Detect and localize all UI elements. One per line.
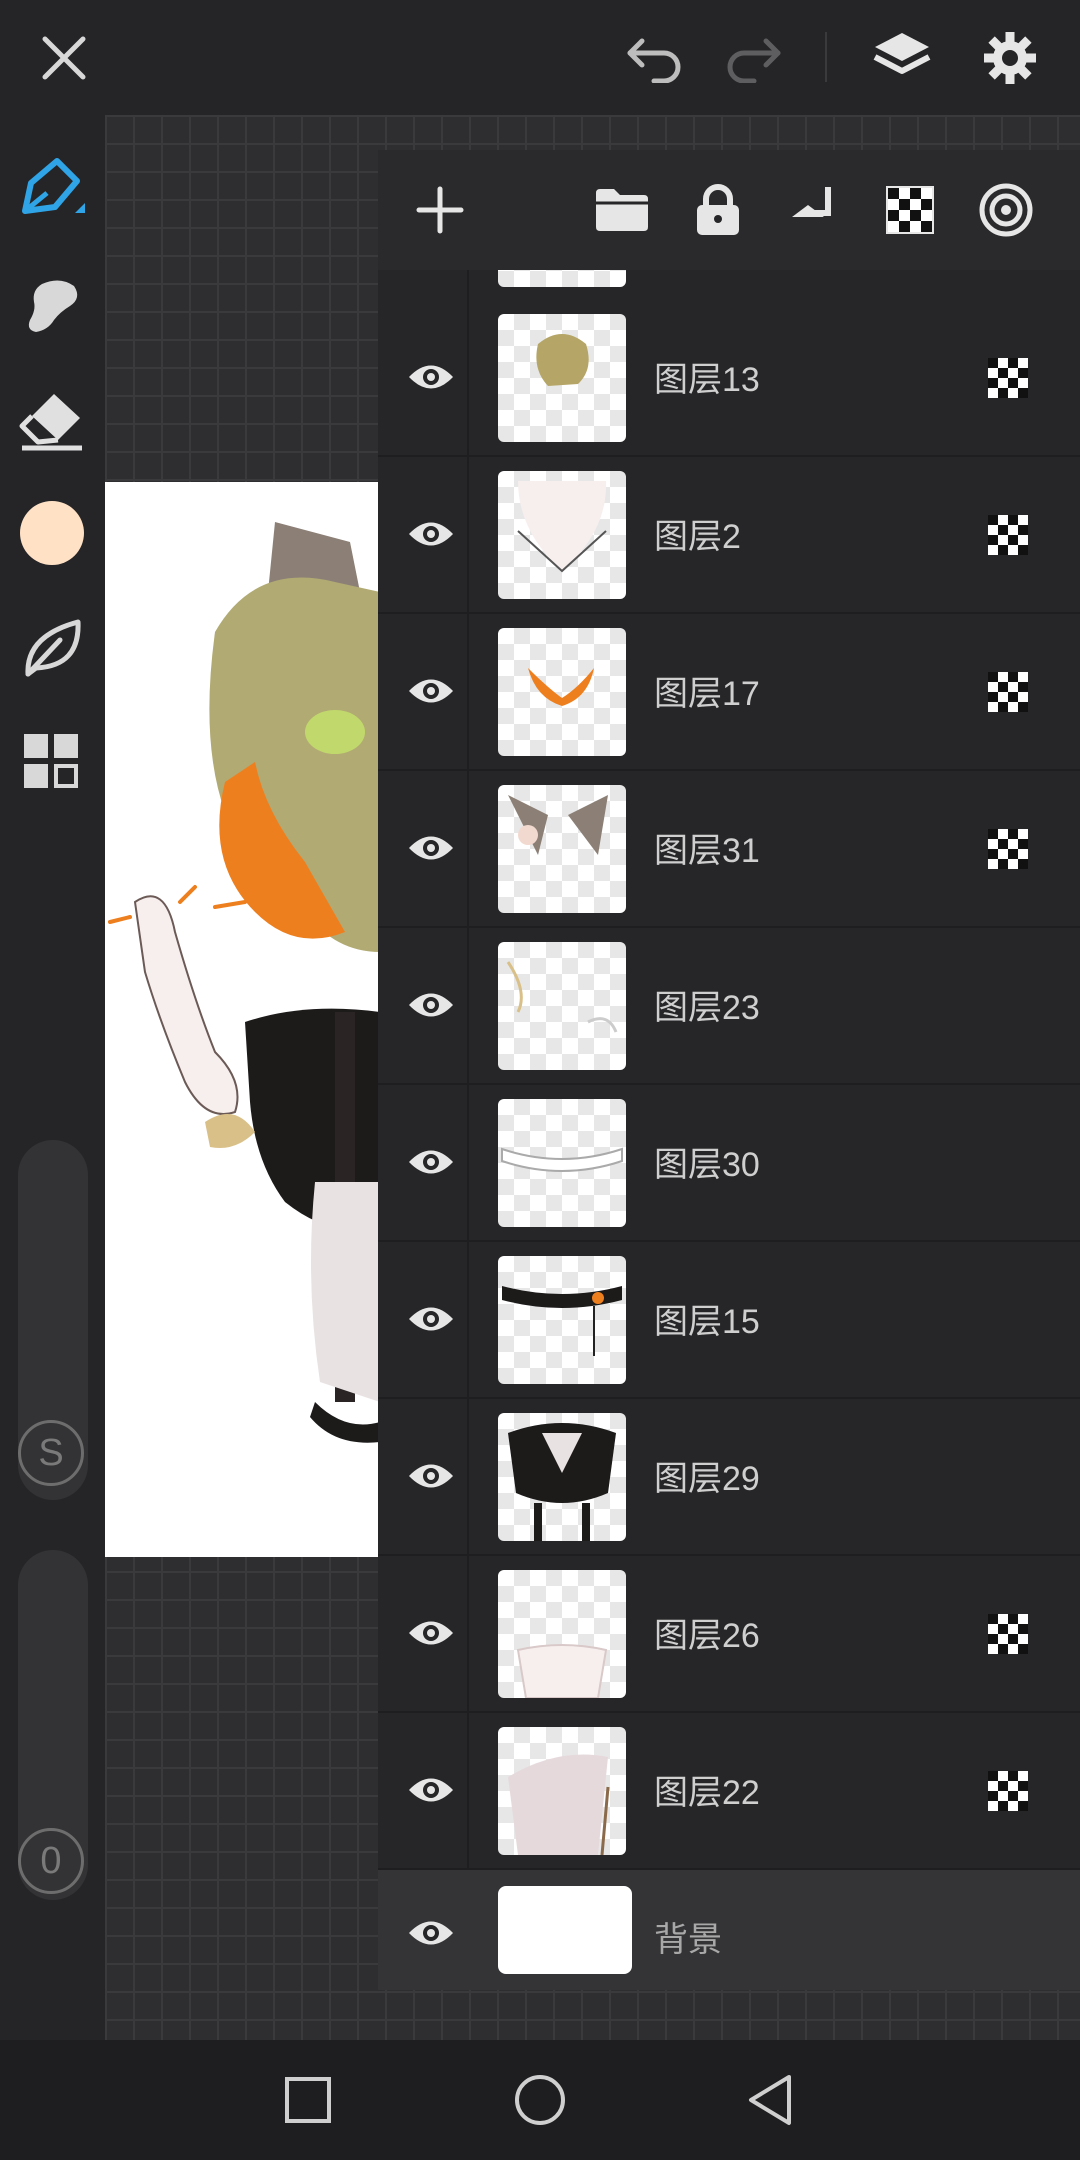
- recent-apps-icon[interactable]: [268, 2060, 348, 2140]
- brush-size-knob[interactable]: S: [18, 1420, 84, 1486]
- eye-icon[interactable]: [396, 970, 466, 1040]
- layer-row[interactable]: 图层29: [378, 1399, 1080, 1556]
- layers-list[interactable]: 图层13 图层2 图层17 图层31 图层23 图层30 图层15 图层29 图层26 图层22 背…: [378, 270, 1080, 1990]
- row-divider: [467, 928, 469, 1083]
- alpha-lock-icon[interactable]: [988, 1614, 1028, 1654]
- layer-name: 图层22: [654, 1774, 760, 1812]
- eye-icon[interactable]: [396, 1898, 466, 1968]
- layer-row[interactable]: 图层26: [378, 1556, 1080, 1713]
- row-divider: [467, 270, 469, 300]
- alpha-lock-icon[interactable]: [988, 1771, 1028, 1811]
- layer-thumbnail: [498, 1413, 626, 1541]
- layer-name: 图层26: [654, 1617, 760, 1655]
- row-divider: [467, 1242, 469, 1397]
- eye-icon[interactable]: [396, 1284, 466, 1354]
- row-divider: [467, 300, 469, 455]
- layer-thumbnail: [498, 270, 626, 287]
- color-swatch[interactable]: [14, 495, 90, 571]
- eye-icon[interactable]: [396, 656, 466, 726]
- eye-icon[interactable]: [396, 1127, 466, 1197]
- opacity-knob[interactable]: 0: [18, 1828, 84, 1894]
- folder-icon[interactable]: [584, 172, 660, 248]
- layer-row[interactable]: 图层30: [378, 1085, 1080, 1242]
- eraser-icon[interactable]: [14, 382, 90, 458]
- grid-icon[interactable]: [14, 724, 90, 800]
- layer-name: 图层15: [654, 1303, 760, 1341]
- alpha-lock-icon[interactable]: [988, 358, 1028, 398]
- leaf-icon[interactable]: [14, 610, 90, 686]
- layer-name: 图层2: [654, 518, 741, 556]
- eye-icon[interactable]: [396, 342, 466, 412]
- row-divider: [467, 1085, 469, 1240]
- layer-thumbnail: [498, 1570, 626, 1698]
- smudge-icon[interactable]: [14, 266, 90, 342]
- layer-thumbnail: [498, 1886, 632, 1974]
- layer-name: 图层29: [654, 1460, 760, 1498]
- close-icon[interactable]: [28, 22, 100, 94]
- artwork[interactable]: [105, 482, 380, 1557]
- layer-thumbnail: [498, 1099, 626, 1227]
- layer-thumbnail: [498, 628, 626, 756]
- merge-down-icon[interactable]: [776, 172, 852, 248]
- eye-icon[interactable]: [396, 499, 466, 569]
- pen-icon[interactable]: [14, 150, 90, 226]
- system-nav-bar: [0, 2040, 1080, 2160]
- home-icon[interactable]: [500, 2060, 580, 2140]
- background-layer-row[interactable]: 背景: [378, 1870, 1080, 1990]
- layer-row[interactable]: 图层17: [378, 614, 1080, 771]
- row-divider: [467, 771, 469, 926]
- layers-toolbar: [378, 150, 1080, 270]
- undo-icon[interactable]: [620, 22, 692, 94]
- divider: [825, 32, 827, 82]
- layers-icon[interactable]: [866, 22, 938, 94]
- layer-name: 图层23: [654, 989, 760, 1027]
- row-divider: [467, 457, 469, 612]
- row-divider: [467, 1713, 469, 1868]
- add-icon[interactable]: [402, 172, 478, 248]
- layer-thumbnail: [498, 1727, 626, 1855]
- layer-thumbnail: [498, 471, 626, 599]
- blend-mode-icon[interactable]: [968, 172, 1044, 248]
- row-divider: [467, 1556, 469, 1711]
- eye-icon[interactable]: [396, 813, 466, 883]
- layer-thumbnail: [498, 1256, 626, 1384]
- layer-row[interactable]: 图层22: [378, 1713, 1080, 1870]
- redo-icon[interactable]: [716, 22, 788, 94]
- layer-row[interactable]: 图层15: [378, 1242, 1080, 1399]
- row-divider: [467, 614, 469, 769]
- top-bar: [0, 0, 1080, 133]
- layer-row[interactable]: 图层13: [378, 300, 1080, 457]
- alpha-lock-icon[interactable]: [988, 829, 1028, 869]
- layer-thumbnail: [498, 314, 626, 442]
- alpha-lock-icon[interactable]: [988, 515, 1028, 555]
- size-label: S: [38, 1431, 64, 1474]
- row-divider: [467, 1399, 469, 1554]
- alpha-lock-icon[interactable]: [872, 172, 948, 248]
- layer-name: 背景: [654, 1921, 722, 1959]
- layer-thumbnail: [498, 942, 626, 1070]
- lock-icon[interactable]: [680, 172, 756, 248]
- layer-name: 图层17: [654, 675, 760, 713]
- layer-row[interactable]: 图层31: [378, 771, 1080, 928]
- opacity-label: 0: [40, 1839, 62, 1882]
- back-icon[interactable]: [730, 2060, 810, 2140]
- eye-icon[interactable]: [396, 1598, 466, 1668]
- layer-row[interactable]: 图层23: [378, 928, 1080, 1085]
- gear-icon[interactable]: [974, 22, 1046, 94]
- layer-row-partial[interactable]: [378, 270, 1080, 302]
- layer-name: 图层13: [654, 361, 760, 399]
- eye-icon[interactable]: [396, 1441, 466, 1511]
- layers-panel: 图层13 图层2 图层17 图层31 图层23 图层30 图层15 图层29 图层26 图层22 背…: [378, 150, 1080, 1990]
- layer-name: 图层31: [654, 832, 760, 870]
- layer-thumbnail: [498, 785, 626, 913]
- eye-icon[interactable]: [396, 1755, 466, 1825]
- layer-name: 图层30: [654, 1146, 760, 1184]
- layer-row[interactable]: 图层2: [378, 457, 1080, 614]
- alpha-lock-icon[interactable]: [988, 672, 1028, 712]
